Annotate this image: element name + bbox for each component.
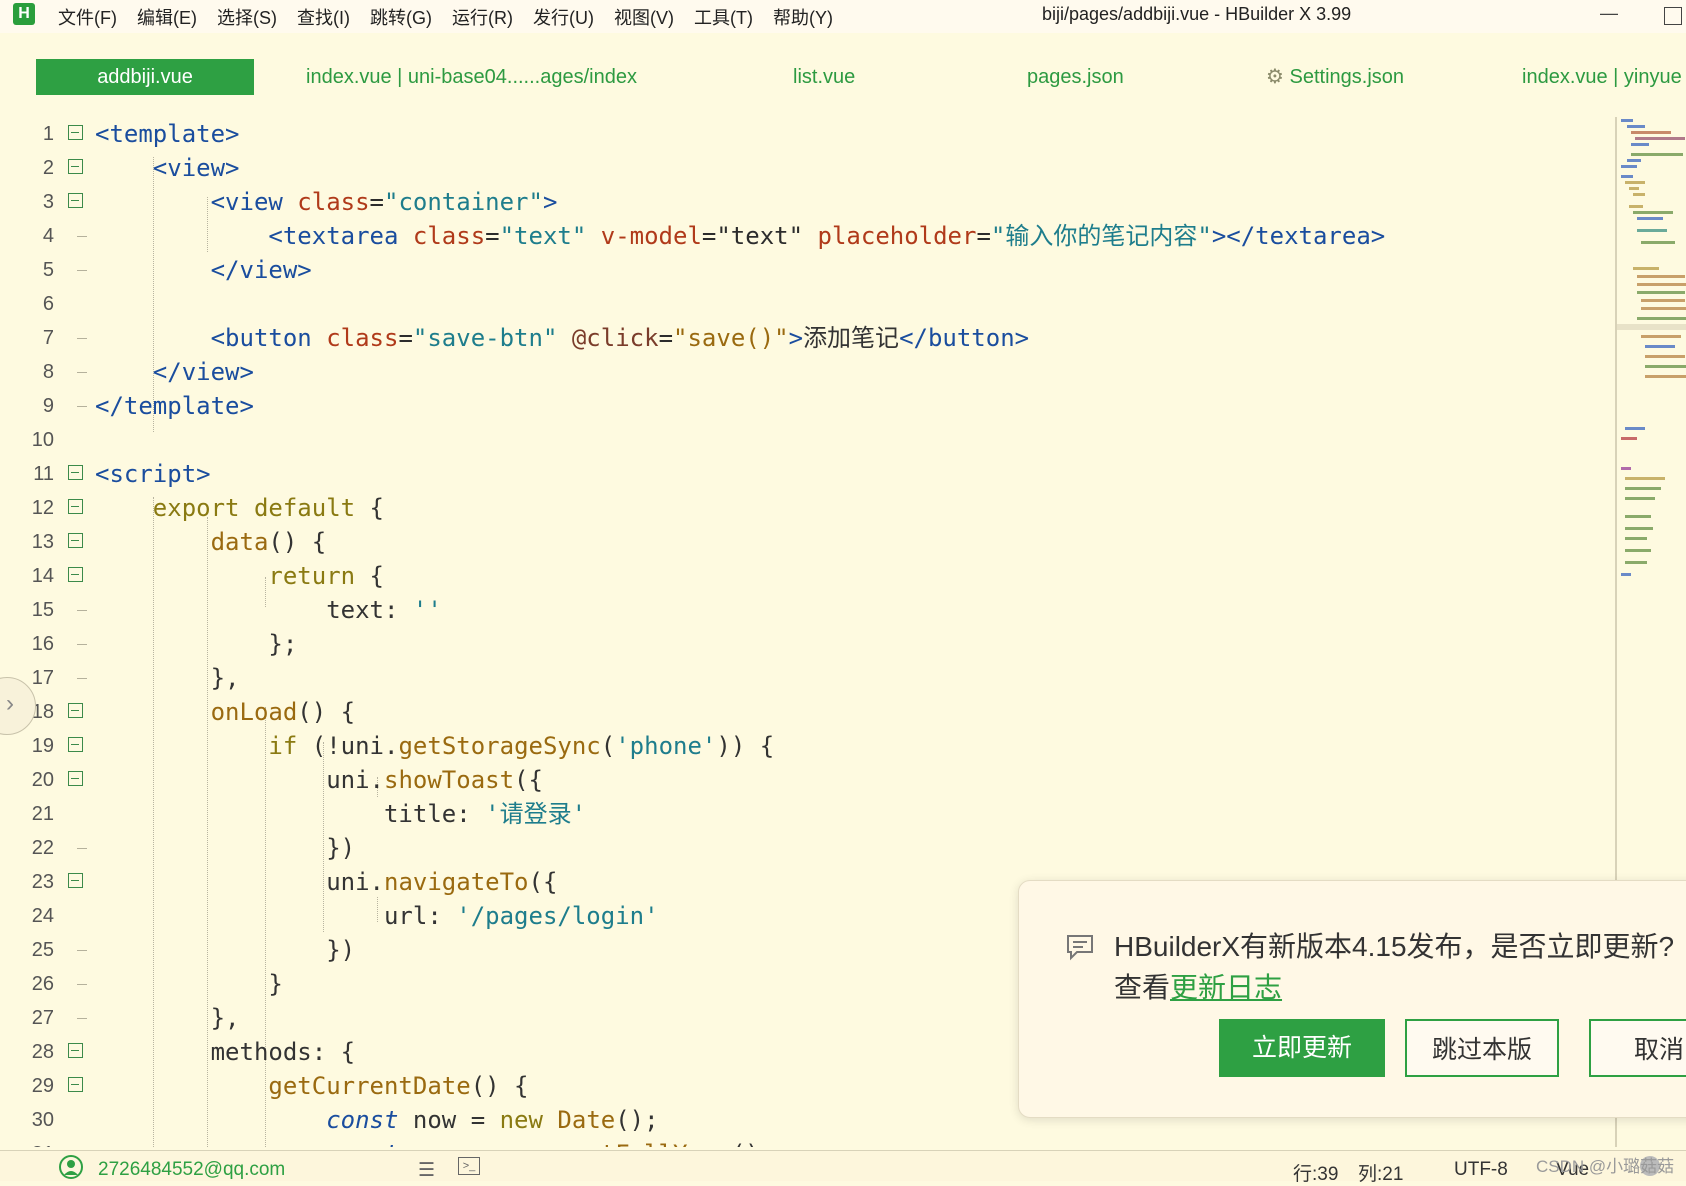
code-line: 13 data() { <box>31 528 327 556</box>
code-line: 15 text: '' <box>31 596 442 624</box>
changelog-link[interactable]: 更新日志 <box>1170 972 1282 1003</box>
menu-tools[interactable]: 工具(T) <box>694 4 753 30</box>
code-line: 10 <box>31 429 54 451</box>
tab-index-yinyue[interactable]: index.vue | yinyue <box>1522 59 1682 95</box>
menu-goto[interactable]: 跳转(G) <box>370 4 432 30</box>
code-line: 7 <button class="save-btn" @click="save(… <box>42 324 1030 352</box>
editor-tabs: addbiji.vue index.vue | uni-base04......… <box>0 46 1686 102</box>
code-line: 4 <textarea class="text" v-model="text" … <box>42 222 1386 250</box>
tab-pages-json[interactable]: pages.json <box>1027 59 1124 95</box>
code-line: 1 <template> <box>42 120 240 148</box>
menu-help[interactable]: 帮助(Y) <box>773 4 833 30</box>
code-line: 8 </view> <box>42 358 254 386</box>
tab-settings-json[interactable]: ⚙ Settings.json <box>1266 59 1404 95</box>
user-avatar-icon[interactable] <box>58 1154 84 1180</box>
file-encoding[interactable]: UTF-8 <box>1454 1159 1508 1181</box>
tab-addbiji[interactable]: addbiji.vue <box>36 59 254 95</box>
maximize-icon[interactable] <box>1664 7 1682 25</box>
fold-toggle-icon[interactable] <box>68 465 83 480</box>
code-line: 14 return { <box>31 562 384 590</box>
menu-find[interactable]: 查找(I) <box>297 4 350 30</box>
fold-toggle-icon[interactable] <box>68 567 83 582</box>
code-line: 31 const year = now.getFullYear(); <box>0 1137 1610 1147</box>
tab-index-base04[interactable]: index.vue | uni-base04......ages/index <box>306 59 637 95</box>
fold-toggle-icon[interactable] <box>68 193 83 208</box>
window-title: biji/pages/addbiji.vue - HBuilder X 3.99 <box>1042 4 1352 24</box>
menu-run[interactable]: 运行(R) <box>452 4 513 30</box>
fold-toggle-icon[interactable] <box>68 703 83 718</box>
menu-file[interactable]: 文件(F) <box>58 4 117 30</box>
message-icon <box>1067 935 1093 961</box>
menu-publish[interactable]: 发行(U) <box>533 4 594 30</box>
fold-toggle-icon[interactable] <box>68 1077 83 1092</box>
code-line: 11 <script> <box>33 460 211 488</box>
menu-view[interactable]: 视图(V) <box>614 4 674 30</box>
fold-toggle-icon[interactable] <box>68 771 83 786</box>
hbuilder-logo-icon: H <box>13 3 35 25</box>
skip-version-button[interactable]: 跳过本版 <box>1405 1019 1559 1077</box>
menu-bar: 文件(F) 编辑(E) 选择(S) 查找(I) 跳转(G) 运行(R) 发行(U… <box>58 4 853 30</box>
code-line: 9 </template> <box>42 392 254 420</box>
fold-toggle-icon[interactable] <box>68 737 83 752</box>
update-now-button[interactable]: 立即更新 <box>1219 1019 1385 1077</box>
fold-toggle-icon[interactable] <box>68 873 83 888</box>
minimize-icon[interactable]: — <box>1600 3 1618 24</box>
cursor-line[interactable]: 行:39 <box>1293 1159 1338 1186</box>
terminal-icon[interactable]: >_ <box>458 1157 480 1175</box>
update-dialog: HBuilderX有新版本4.15发布，是否立即更新? 查看更新日志 立即更新 … <box>1018 880 1686 1118</box>
update-message: HBuilderX有新版本4.15发布，是否立即更新? <box>1114 931 1675 962</box>
code-line: 12 export default { <box>31 494 384 522</box>
code-line: 2 <view> <box>42 154 240 182</box>
code-line: 19 if (!uni.getStorageSync('phone')) { <box>31 732 775 760</box>
code-line: 22 }) <box>31 834 356 862</box>
gear-icon: ⚙ <box>1266 66 1284 88</box>
fold-toggle-icon[interactable] <box>68 533 83 548</box>
menu-select[interactable]: 选择(S) <box>217 4 277 30</box>
fold-toggle-icon[interactable] <box>68 125 83 140</box>
update-sub: 查看更新日志 <box>1114 966 1282 1006</box>
code-line: 3 <view class="container"> <box>42 188 558 216</box>
changelog-prefix: 查看 <box>1114 972 1171 1003</box>
title-bar: H 文件(F) 编辑(E) 选择(S) 查找(I) 跳转(G) 运行(R) 发行… <box>0 0 1686 33</box>
menu-edit[interactable]: 编辑(E) <box>137 4 197 30</box>
code-line: 6 <box>42 293 54 315</box>
code-line: 16 }; <box>31 630 298 658</box>
status-bar: 2726484552@qq.com ☰ >_ 行:39 列:21 UTF-8 V… <box>0 1150 1686 1185</box>
cursor-col[interactable]: 列:21 <box>1358 1159 1403 1186</box>
fold-toggle-icon[interactable] <box>68 499 83 514</box>
tab-list[interactable]: list.vue <box>793 59 855 95</box>
cancel-button[interactable]: 取消 <box>1589 1019 1686 1077</box>
code-line: 18 onLoad() { <box>31 698 356 726</box>
code-line: 5 </view> <box>42 256 312 284</box>
fold-toggle-icon[interactable] <box>68 159 83 174</box>
user-account[interactable]: 2726484552@qq.com <box>98 1159 285 1181</box>
watermark: CSDN @小璐菇菇 <box>1536 1157 1675 1176</box>
code-line: 20 uni.showToast({ <box>31 766 543 794</box>
outline-icon[interactable]: ☰ <box>418 1159 435 1182</box>
tab-settings-label: Settings.json <box>1289 66 1405 88</box>
code-line: 21 title: '请登录' <box>31 800 587 828</box>
code-line: 17 }, <box>31 664 240 692</box>
fold-toggle-icon[interactable] <box>68 1043 83 1058</box>
